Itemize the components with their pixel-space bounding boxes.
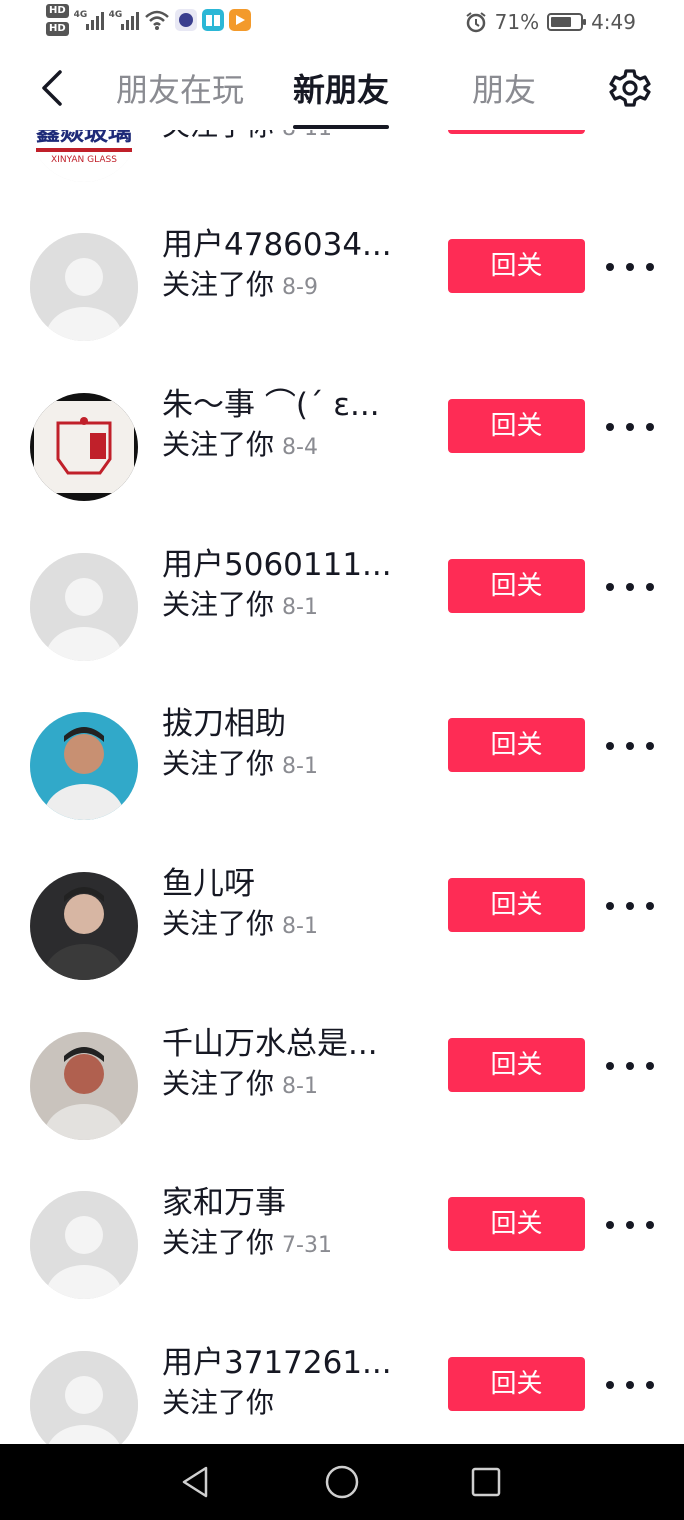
follow-info: 关注了你 [162, 1385, 274, 1425]
follow-action-text: 关注了你 [162, 268, 275, 301]
user-name[interactable]: 家和万事 [162, 1183, 286, 1223]
follow-action-text: 关注了你 [162, 907, 275, 940]
follow-date: 8-9 [282, 275, 318, 300]
battery-icon [547, 13, 587, 31]
alarm-icon [466, 12, 486, 33]
follow-back-button[interactable]: 回关 [448, 1197, 585, 1251]
signal-icon: 4G [74, 10, 104, 30]
follow-info: 关注了你 8-1 [162, 746, 318, 786]
follow-info: 关注了你 8-1 [162, 906, 318, 946]
avatar[interactable] [30, 1351, 138, 1459]
more-icon[interactable] [606, 1377, 654, 1393]
clock: 4:49 [591, 10, 636, 34]
hd-icon: HD [46, 22, 69, 36]
follow-action-text: 关注了你 [162, 428, 275, 461]
avatar[interactable] [30, 712, 138, 820]
nav-home-icon[interactable] [324, 1464, 360, 1500]
follow-info: 关注了你 8-4 [162, 427, 318, 467]
hd-indicators: HD HD [46, 4, 69, 36]
follow-date: 8-1 [282, 1074, 318, 1099]
follow-action-text: 关注了你 [162, 747, 275, 780]
more-icon[interactable] [606, 579, 654, 595]
follow-info: 关注了你 8-1 [162, 587, 318, 627]
user-name[interactable]: 千山万水总是... [162, 1024, 378, 1064]
follow-action-text: 关注了你 [162, 1067, 275, 1100]
follow-info: 关注了你 8-9 [162, 267, 318, 307]
nav-back-icon[interactable] [178, 1464, 214, 1500]
follow-date: 8-1 [282, 914, 318, 939]
follow-action-text: 关注了你 [162, 1226, 275, 1259]
list-item[interactable]: 拔刀相助 关注了你 8-1 回关 [0, 706, 684, 892]
avatar[interactable] [30, 1032, 138, 1140]
avatar[interactable] [30, 872, 138, 980]
status-right: 71% 4:49 [465, 10, 636, 34]
more-icon[interactable] [606, 259, 654, 275]
more-icon[interactable] [606, 419, 654, 435]
user-name[interactable]: 用户5060111... [162, 545, 392, 585]
follow-date: 8-4 [282, 435, 318, 460]
follow-back-button[interactable]: 回关 [448, 1357, 585, 1411]
avatar[interactable] [30, 553, 138, 661]
hd-icon: HD [46, 4, 69, 18]
wifi-icon [144, 10, 169, 30]
follow-back-button[interactable]: 回关 [448, 559, 585, 613]
follow-action-text: 关注了你 [162, 588, 275, 621]
user-name[interactable]: 用户4786034... [162, 225, 392, 265]
more-icon[interactable] [606, 898, 654, 914]
avatar-logo-subtext: XINYAN GLASS [51, 155, 117, 165]
avatar[interactable] [30, 233, 138, 341]
follow-back-button[interactable]: 回关 [448, 1038, 585, 1092]
status-bar: HD HD 4G 4G 71% 4:49 [0, 0, 684, 48]
tab-friends-playing[interactable]: 朋友在玩 [116, 70, 244, 110]
follow-date: 7-31 [282, 1233, 332, 1258]
user-name[interactable]: 朱～事 ⌒(ˊ ε... [162, 385, 380, 425]
android-nav-bar [0, 1444, 684, 1520]
list-item[interactable]: 千山万水总是... 关注了你 8-1 回关 [0, 1026, 684, 1212]
more-icon[interactable] [606, 1217, 654, 1233]
list-item[interactable]: 用户5060111... 关注了你 8-1 回关 [0, 547, 684, 733]
avatar[interactable] [30, 1191, 138, 1299]
user-name[interactable]: 拔刀相助 [162, 704, 286, 744]
battery-percent: 71% [494, 10, 540, 34]
user-name[interactable]: 用户3717261... [162, 1343, 392, 1383]
more-icon[interactable] [606, 738, 654, 754]
avatar[interactable] [30, 393, 138, 501]
gear-icon[interactable] [608, 66, 652, 110]
tab-new-friends[interactable]: 新朋友 [293, 70, 389, 110]
follow-info: 关注了你 7-31 [162, 1225, 332, 1265]
book-app-icon [201, 9, 224, 31]
follow-info: 关注了你 8-1 [162, 1066, 318, 1106]
video-app-icon [228, 9, 251, 31]
screen: HD HD 4G 4G 71% 4:49 鑫焱玻璃 XINYAN GLASS 用… [0, 0, 684, 1520]
follow-back-button[interactable]: 回关 [448, 239, 585, 293]
user-name[interactable]: 鱼儿呀 [162, 864, 255, 904]
follow-back-button[interactable]: 回关 [448, 878, 585, 932]
status-left: HD HD 4G 4G [46, 4, 251, 36]
follow-date: 8-1 [282, 754, 318, 779]
follow-back-button[interactable]: 回关 [448, 718, 585, 772]
follow-action-text: 关注了你 [162, 1386, 275, 1419]
nav-recents-icon[interactable] [468, 1464, 504, 1500]
follow-back-button[interactable]: 回关 [448, 399, 585, 453]
active-tab-indicator [293, 125, 389, 129]
back-arrow-icon[interactable] [36, 68, 66, 108]
signal-icon: 4G [109, 10, 139, 30]
top-nav: 朋友在玩 新朋友 朋友 [0, 48, 684, 130]
app-notification-icon [174, 9, 197, 31]
battery-fill [551, 17, 571, 27]
follow-date: 8-1 [282, 595, 318, 620]
tab-friends[interactable]: 朋友 [472, 70, 536, 110]
more-icon[interactable] [606, 1058, 654, 1074]
